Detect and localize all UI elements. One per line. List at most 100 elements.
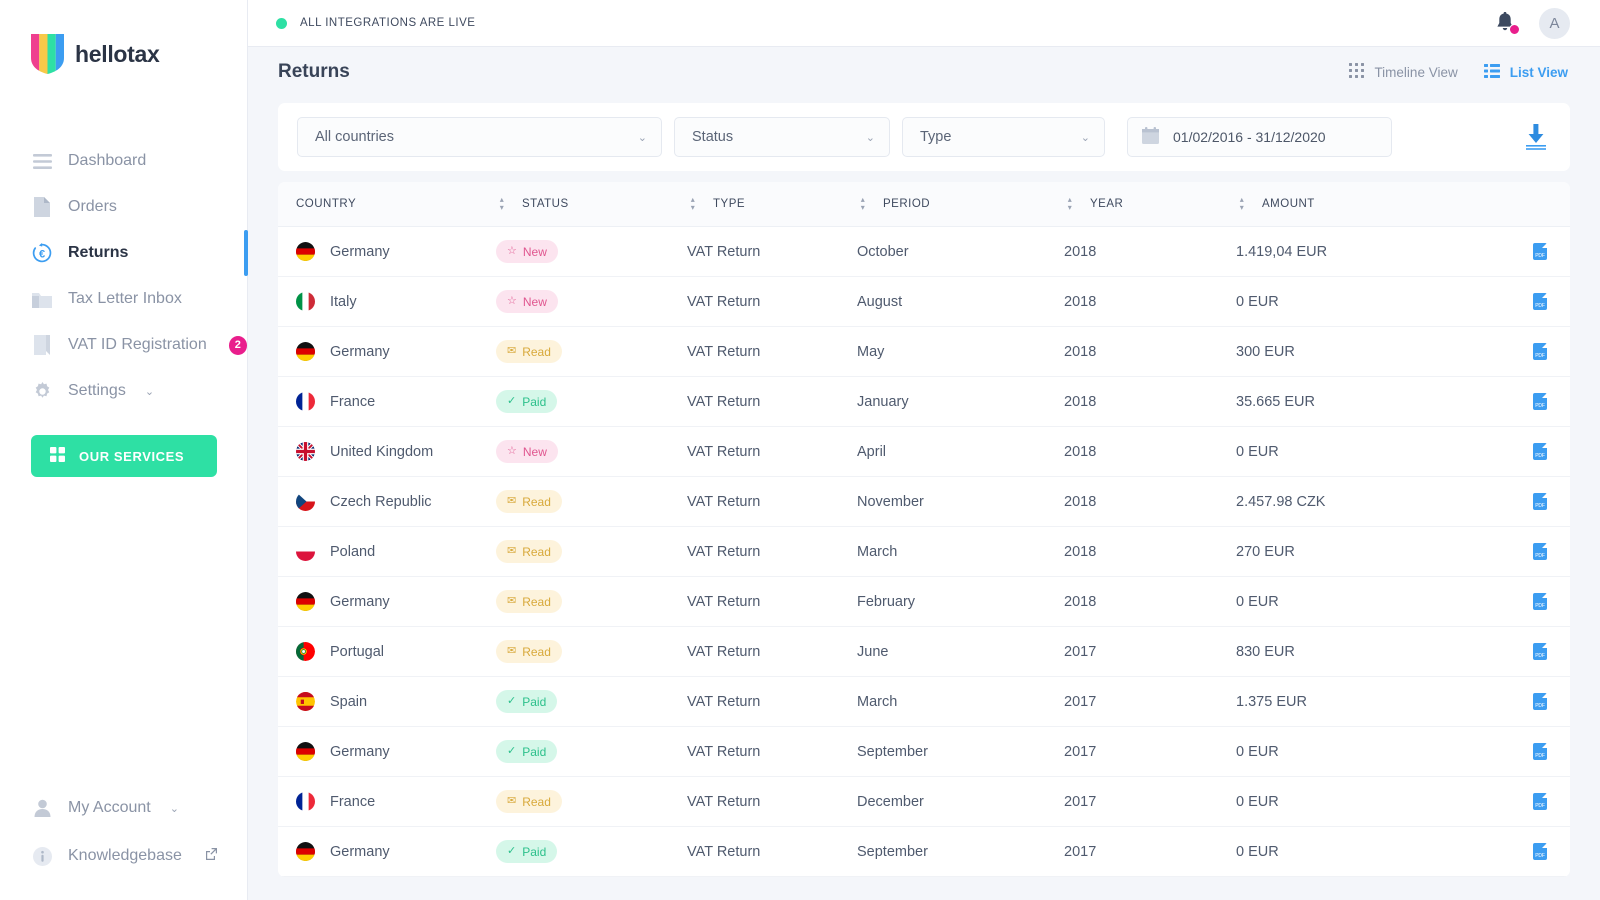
pdf-icon[interactable]: PDF: [1533, 743, 1547, 760]
status-label: New: [522, 444, 547, 459]
table-row[interactable]: Germany ✓ Paid VAT Return September 2017 0 EUR…: [278, 827, 1570, 877]
cell-status: ✉ Read: [496, 790, 687, 813]
column-header-status[interactable]: ▴ ▾ STATUS: [496, 196, 687, 212]
sidebar-item-vat-id-registration[interactable]: VAT ID Registration 2: [0, 322, 247, 368]
active-indicator: [244, 230, 248, 276]
table-row[interactable]: France ✓ Paid VAT Return January 2018 35.665 E…: [278, 377, 1570, 427]
sidebar-item-dashboard[interactable]: Dashboard: [0, 138, 247, 184]
status-label: New: [522, 294, 547, 309]
sidebar-item-returns[interactable]: € Returns: [0, 230, 248, 276]
table-row[interactable]: Portugal ✉ Read VAT Return June 2017 830 EUR PD…: [278, 627, 1570, 677]
avatar[interactable]: A: [1539, 7, 1570, 39]
type-filter-select[interactable]: Type ⌄: [902, 117, 1105, 157]
sidebar-item-knowledgebase[interactable]: Knowledgebase: [0, 832, 247, 880]
topbar: ALL INTEGRATIONS ARE LIVE A: [248, 0, 1600, 47]
sidebar-bottom-nav: My Account ⌄ Knowledgebase: [0, 784, 247, 900]
check-icon: ✓: [507, 745, 517, 757]
sort-period-button[interactable]: ▴ ▾: [1064, 196, 1076, 212]
pdf-icon[interactable]: PDF: [1533, 493, 1547, 510]
sidebar-item-orders[interactable]: Orders: [0, 184, 247, 230]
our-services-button[interactable]: OUR SERVICES: [31, 435, 217, 477]
table-row[interactable]: Germany ✉ Read VAT Return February 2018 0 EUR P…: [278, 577, 1570, 627]
cell-period: March: [857, 693, 898, 710]
cell-year: 2017: [1064, 693, 1097, 710]
tab-label: Timeline View: [1374, 64, 1458, 80]
pdf-icon[interactable]: PDF: [1533, 843, 1547, 860]
status-label: Read: [522, 494, 551, 509]
cell-period: January: [857, 393, 909, 410]
column-header-year[interactable]: ▴ ▾ YEAR: [1064, 196, 1236, 212]
status-badge: ✉ Read: [496, 590, 562, 613]
envelope-icon: ✉: [507, 595, 517, 607]
sidebar-item-tax-letter-inbox[interactable]: Tax Letter Inbox: [0, 276, 247, 322]
topbar-actions: A: [1495, 7, 1570, 39]
table-row[interactable]: Spain ✓ Paid VAT Return March 2017 1.375 EUR PD…: [278, 677, 1570, 727]
download-button[interactable]: [1524, 124, 1548, 150]
cell-file: PDF: [1451, 593, 1552, 610]
status-badge: ☆ New: [496, 290, 558, 313]
status-filter-select[interactable]: Status ⌄: [674, 117, 890, 157]
pdf-icon[interactable]: PDF: [1533, 443, 1547, 460]
notifications-button[interactable]: [1495, 11, 1520, 35]
cell-status: ✉ Read: [496, 490, 687, 513]
tab-list-view[interactable]: List View: [1483, 63, 1568, 81]
pdf-icon[interactable]: PDF: [1533, 793, 1547, 810]
svg-text:€: €: [39, 248, 45, 260]
pdf-icon[interactable]: PDF: [1533, 593, 1547, 610]
tab-timeline-view[interactable]: Timeline View: [1349, 63, 1458, 81]
status-label: Read: [522, 594, 551, 609]
table-row[interactable]: Germany ✉ Read VAT Return May 2018 300 EUR PDF: [278, 327, 1570, 377]
table-row[interactable]: Poland ✉ Read VAT Return March 2018 270 EUR PDF: [278, 527, 1570, 577]
sidebar-item-label: VAT ID Registration: [68, 336, 207, 353]
flag-icon-de: [296, 742, 315, 761]
sort-type-button[interactable]: ▴ ▾: [857, 196, 869, 212]
column-header-period[interactable]: ▴ ▾ PERIOD: [857, 196, 1064, 212]
cell-year: 2018: [1064, 593, 1097, 610]
table-row[interactable]: Germany ☆ New VAT Return October 2018 1.419,04…: [278, 227, 1570, 277]
status-label: Paid: [522, 394, 547, 409]
column-header-type[interactable]: ▴ ▾ TYPE: [687, 196, 857, 212]
envelope-icon: ✉: [507, 345, 517, 357]
table-row[interactable]: Germany ✓ Paid VAT Return September 2017 0 EUR…: [278, 727, 1570, 777]
pdf-icon[interactable]: PDF: [1533, 293, 1547, 310]
pdf-icon[interactable]: PDF: [1533, 693, 1547, 710]
sort-country-button[interactable]: ▴ ▾: [496, 196, 508, 212]
cell-country: Germany: [296, 842, 496, 861]
sort-year-button[interactable]: ▴ ▾: [1236, 196, 1248, 212]
flag-icon-de: [296, 242, 315, 261]
pdf-icon[interactable]: PDF: [1533, 543, 1547, 560]
table-row[interactable]: France ✉ Read VAT Return December 2017 0 EUR PD…: [278, 777, 1570, 827]
cell-year: 2017: [1064, 743, 1097, 760]
pdf-icon[interactable]: PDF: [1533, 343, 1547, 360]
hellotax-shield-icon: [31, 34, 64, 74]
column-header-amount[interactable]: ▴ ▾ AMOUNT: [1236, 196, 1451, 212]
table-row[interactable]: Italy ☆ New VAT Return August 2018 0 EUR PDF: [278, 277, 1570, 327]
bookmark-icon: [31, 334, 53, 356]
cell-amount: 1.375 EUR: [1236, 693, 1307, 710]
table-row[interactable]: Czech Republic ✉ Read VAT Return November 201…: [278, 477, 1570, 527]
brand-logo[interactable]: hellotax: [0, 0, 247, 74]
cell-country: Germany: [296, 592, 496, 611]
table-row[interactable]: United Kingdom ☆ New VAT Return April 2018 0 E…: [278, 427, 1570, 477]
filter-bar: All countries ⌄ Status ⌄ Type ⌄ 01/02/20…: [278, 103, 1570, 171]
sidebar-item-settings[interactable]: Settings ⌄: [0, 368, 247, 414]
status-badge: ☆ New: [496, 240, 558, 263]
sort-status-button[interactable]: ▴ ▾: [687, 196, 699, 212]
column-label: YEAR: [1090, 198, 1124, 210]
date-range-picker[interactable]: 01/02/2016 - 31/12/2020: [1127, 117, 1392, 157]
status-badge: ✓ Paid: [496, 690, 558, 713]
pdf-icon[interactable]: PDF: [1533, 243, 1547, 260]
status-badge: ☆ New: [496, 440, 558, 463]
column-header-country[interactable]: COUNTRY: [296, 198, 496, 210]
country-filter-select[interactable]: All countries ⌄: [297, 117, 662, 157]
pdf-icon[interactable]: PDF: [1533, 643, 1547, 660]
cell-amount: 1.419,04 EUR: [1236, 243, 1328, 260]
cell-type: VAT Return: [687, 493, 761, 510]
sidebar-item-my-account[interactable]: My Account ⌄: [0, 784, 247, 832]
status-label: Paid: [522, 744, 547, 759]
pdf-icon[interactable]: PDF: [1533, 393, 1547, 410]
status-label: Paid: [522, 694, 547, 709]
cell-amount: 0 EUR: [1236, 593, 1279, 610]
cell-status: ☆ New: [496, 440, 687, 463]
cell-amount: 830 EUR: [1236, 643, 1295, 660]
